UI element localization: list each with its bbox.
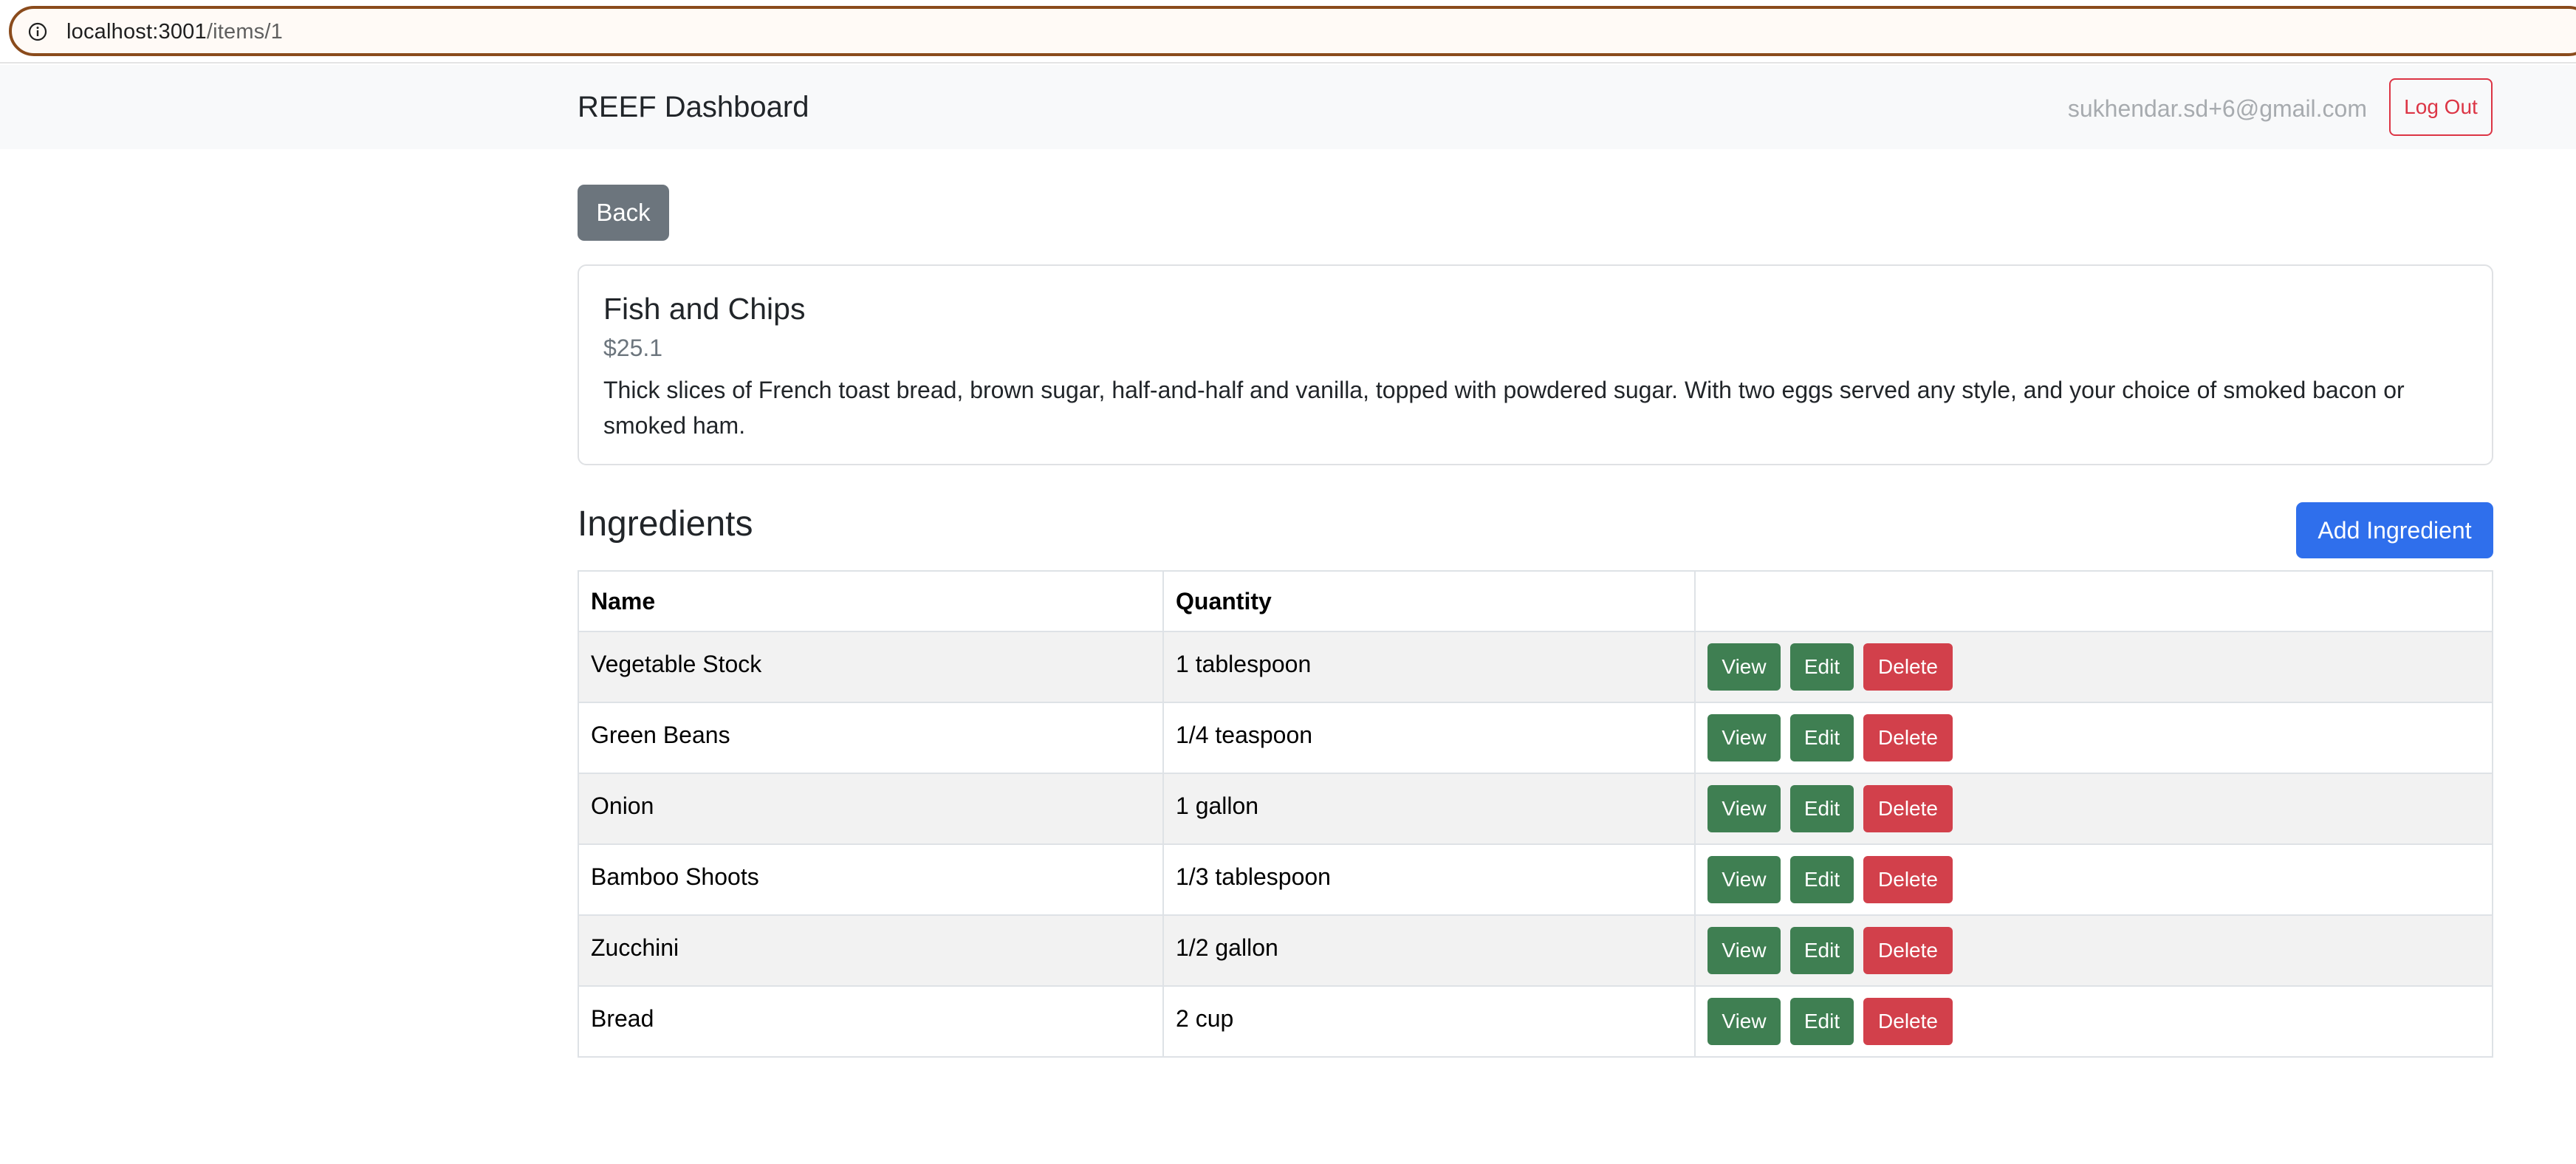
url-text[interactable]: localhost:3001/items/1 [66,19,283,44]
add-ingredient-button[interactable]: Add Ingredient [2296,502,2493,558]
item-price: $25.1 [603,335,663,361]
ingredient-actions: View Edit Delete [1694,843,2493,916]
url-path: /items/1 [206,20,283,44]
ingredient-quantity-text: 2 cup [1176,1004,1234,1032]
view-button[interactable]: View [1707,927,1781,974]
table-header-row: Name Quantity [578,570,2493,632]
url-host: localhost:3001 [66,20,207,44]
ingredient-quantity: 1/3 tablespoon [1162,843,1696,916]
delete-button[interactable]: Delete [1863,927,1953,974]
item-description: Thick slices of French toast bread, brow… [603,377,2405,439]
brand-title[interactable]: REEF Dashboard [578,90,809,124]
edit-button[interactable]: Edit [1790,998,1854,1045]
ingredient-actions: View Edit Delete [1694,914,2493,987]
ingredient-actions: View Edit Delete [1694,773,2493,845]
ingredient-actions: View Edit Delete [1694,702,2493,774]
delete-button[interactable]: Delete [1863,714,1953,761]
ingredient-name-text: Vegetable Stock [591,650,762,677]
ingredient-name: Zucchini [578,914,1164,987]
ingredient-name: Green Beans [578,702,1164,774]
ingredient-quantity: 1 tablespoon [1162,631,1696,703]
ingredient-quantity: 2 cup [1162,985,1696,1058]
ingredient-actions: View Edit Delete [1694,631,2493,703]
ingredient-name: Vegetable Stock [578,631,1164,703]
ingredient-name-text: Onion [591,792,654,819]
ingredient-quantity-text: 1 gallon [1176,792,1259,819]
ingredients-heading: Ingredients [578,504,753,544]
item-card: Fish and Chips $25.1 Thick slices of Fre… [578,264,2493,465]
ingredient-quantity-text: 1/3 tablespoon [1176,863,1331,890]
ingredient-quantity: 1 gallon [1162,773,1696,845]
item-name: Fish and Chips [603,292,806,326]
ingredient-name: Bamboo Shoots [578,843,1164,916]
table-row: Vegetable Stock 1 tablespoon View Edit Del… [578,631,2493,703]
delete-button[interactable]: Delete [1863,643,1953,691]
info-circle-icon[interactable] [28,22,47,41]
edit-button[interactable]: Edit [1790,785,1854,832]
ingredient-quantity: 1/4 teaspoon [1162,702,1696,774]
delete-button[interactable]: Delete [1863,998,1953,1045]
user-email: sukhendar.sd+6@gmail.com [2067,95,2367,122]
ingredient-quantity-text: 1 tablespoon [1176,650,1312,677]
ingredient-name-text: Bamboo Shoots [591,863,759,890]
column-header-quantity: Quantity [1162,570,1696,632]
view-button[interactable]: View [1707,785,1781,832]
view-button[interactable]: View [1707,856,1781,903]
edit-button[interactable]: Edit [1790,643,1854,691]
table-row: Zucchini 1/2 gallon View Edit Delete [578,914,2493,987]
back-button[interactable]: Back [578,185,669,241]
table-row: Bread 2 cup View Edit Delete [578,985,2493,1058]
ingredient-name-text: Green Beans [591,721,730,748]
ingredient-actions: View Edit Delete [1694,985,2493,1058]
table-row: Green Beans 1/4 teaspoon View Edit Delete [578,702,2493,774]
navbar: REEF Dashboard sukhendar.sd+6@gmail.com … [0,65,2576,149]
logout-button[interactable]: Log Out [2389,78,2493,136]
table-row: Bamboo Shoots 1/3 tablespoon View Edit Del… [578,843,2493,916]
delete-button[interactable]: Delete [1863,856,1953,903]
edit-button[interactable]: Edit [1790,714,1854,761]
column-header-name: Name [578,570,1164,632]
ingredient-name-text: Zucchini [591,934,679,961]
ingredients-table: Name Quantity Vegetable Stock 1 tablespo… [578,570,2493,1058]
ingredient-name: Bread [578,985,1164,1058]
view-button[interactable]: View [1707,998,1781,1045]
delete-button[interactable]: Delete [1863,785,1953,832]
table-row: Onion 1 gallon View Edit Delete [578,773,2493,845]
ingredient-name: Onion [578,773,1164,845]
column-header-actions [1694,570,2493,632]
ingredient-quantity: 1/2 gallon [1162,914,1696,987]
view-button[interactable]: View [1707,643,1781,691]
edit-button[interactable]: Edit [1790,927,1854,974]
view-button[interactable]: View [1707,714,1781,761]
ingredient-name-text: Bread [591,1004,654,1032]
edit-button[interactable]: Edit [1790,856,1854,903]
ingredient-quantity-text: 1/2 gallon [1176,934,1278,961]
ingredient-quantity-text: 1/4 teaspoon [1176,721,1313,748]
browser-toolbar: localhost:3001/items/1 [0,0,2576,64]
address-bar[interactable]: localhost:3001/items/1 [9,6,2576,56]
